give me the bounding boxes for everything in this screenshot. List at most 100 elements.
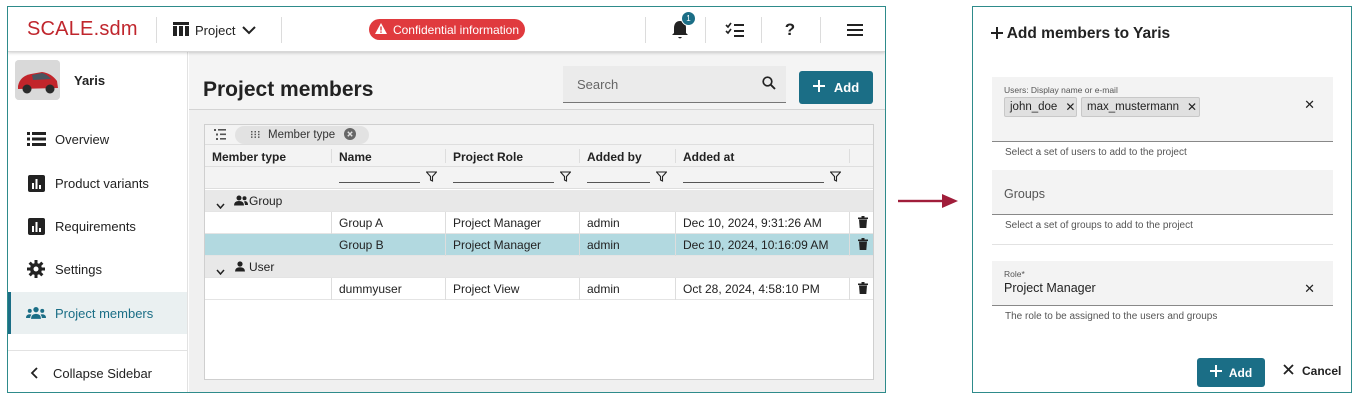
divider — [705, 17, 706, 43]
group-row-user[interactable]: User — [205, 256, 873, 278]
page-header: Project members Search Add — [189, 52, 885, 110]
column-separator[interactable] — [849, 149, 850, 163]
table-header: Member type Name Project Role Added by A… — [205, 145, 873, 167]
search-input[interactable]: Search — [563, 66, 786, 103]
add-button-label: Add — [833, 80, 860, 95]
dialog-title: Add members to Yaris — [991, 25, 1170, 43]
clear-role-icon[interactable]: ✕ — [1304, 281, 1315, 297]
column-separator — [849, 278, 850, 300]
arrow-right-icon — [898, 194, 958, 211]
chevron-down-icon — [241, 23, 257, 38]
filter-row — [205, 167, 873, 189]
column-header-name[interactable]: Name — [339, 150, 372, 164]
cell-name: dummyuser — [339, 282, 402, 296]
sidebar-item-overview[interactable]: Overview — [8, 118, 187, 160]
sidebar-item-product-variants[interactable]: Product variants — [8, 162, 187, 204]
filter-icon[interactable] — [655, 171, 668, 185]
chevron-down-icon[interactable] — [216, 264, 225, 278]
added-by-filter-input[interactable] — [587, 182, 650, 183]
search-icon[interactable] — [762, 76, 776, 93]
cell-name: Group B — [339, 238, 384, 252]
main-content: Project members Search Add Member type M… — [189, 52, 885, 392]
role-field-label: Role* — [1004, 269, 1025, 279]
grouping-bar: Member type — [205, 125, 873, 145]
column-header-added-at[interactable]: Added at — [683, 150, 734, 164]
groups-help-text: Select a set of groups to add to the pro… — [1005, 220, 1193, 231]
chevron-down-icon[interactable] — [216, 198, 225, 212]
column-header-added-by[interactable]: Added by — [587, 150, 642, 164]
column-separator[interactable] — [579, 149, 580, 163]
cell-added-at: Dec 10, 2024, 10:16:09 AM — [683, 238, 829, 252]
plus-icon — [812, 80, 825, 95]
project-selector-label: Project — [195, 22, 236, 38]
added-at-filter-input[interactable] — [683, 182, 824, 183]
users-field[interactable]: Users: Display name or e-mail john_doe ✕… — [992, 77, 1333, 142]
groups-field[interactable]: Groups — [992, 170, 1333, 215]
collapse-sidebar-label: Collapse Sidebar — [53, 365, 153, 381]
divider — [156, 17, 157, 43]
cell-added-by: admin — [587, 282, 620, 296]
role-filter-input[interactable] — [453, 182, 554, 183]
column-separator — [579, 278, 580, 300]
delete-icon[interactable] — [858, 238, 868, 253]
table-row[interactable]: dummyuser Project View admin Oct 28, 202… — [205, 278, 873, 300]
column-separator[interactable] — [331, 149, 332, 163]
group-row-group[interactable]: Group — [205, 190, 873, 212]
grouping-chip-label: Member type — [268, 129, 336, 141]
filter-icon[interactable] — [559, 171, 572, 185]
column-header-project-role[interactable]: Project Role — [453, 150, 523, 164]
cell-role: Project Manager — [453, 216, 542, 230]
search-placeholder: Search — [577, 77, 619, 92]
delete-icon[interactable] — [858, 216, 868, 231]
name-filter-input[interactable] — [339, 182, 420, 183]
add-members-dialog: Add members to Yaris Users: Display name… — [972, 6, 1352, 393]
sidebar-item-project-members[interactable]: Project members — [8, 292, 187, 334]
grouping-list-icon[interactable] — [214, 129, 226, 143]
app-logo[interactable]: SCALE.sdm — [27, 18, 138, 41]
sidebar-item-settings[interactable]: Settings — [8, 248, 187, 290]
dialog-add-button[interactable]: Add — [1197, 358, 1265, 387]
checklist-icon[interactable] — [724, 20, 746, 40]
remove-chip-icon[interactable]: ✕ — [1065, 100, 1075, 114]
filter-icon[interactable] — [425, 171, 438, 185]
cell-added-by: admin — [587, 216, 620, 230]
filter-icon[interactable] — [829, 171, 842, 185]
column-header-member-type[interactable]: Member type — [212, 150, 286, 164]
role-select[interactable]: Role* Project Manager ✕ — [992, 261, 1333, 306]
user-chip[interactable]: john_doe ✕ — [1004, 97, 1077, 117]
help-icon[interactable]: ? — [779, 20, 801, 40]
confidential-label: Confidential information — [392, 22, 520, 37]
remove-chip-icon[interactable]: ✕ — [1187, 100, 1197, 114]
sidebar-item-label: Project members — [55, 305, 154, 321]
column-separator — [445, 212, 446, 256]
plus-icon — [991, 26, 1007, 43]
sidebar-item-requirements[interactable]: Requirements — [8, 205, 187, 247]
table-row[interactable]: Group A Project Manager admin Dec 10, 20… — [205, 212, 873, 234]
hamburger-menu-icon[interactable] — [844, 20, 866, 40]
divider — [761, 17, 762, 43]
clear-users-icon[interactable]: ✕ — [1304, 97, 1315, 113]
chevron-left-icon — [30, 367, 38, 382]
divider — [8, 350, 187, 351]
drag-handle-icon — [251, 129, 260, 141]
column-separator[interactable] — [445, 149, 446, 163]
delete-icon[interactable] — [858, 282, 868, 297]
remove-chip-icon[interactable] — [344, 127, 357, 143]
user-chip-label: john_doe — [1010, 101, 1058, 113]
add-member-button[interactable]: Add — [799, 71, 873, 104]
cell-role: Project View — [453, 282, 520, 296]
project-name: Yaris — [74, 72, 106, 88]
top-bar: SCALE.sdm Project Confidential informati… — [8, 7, 885, 52]
project-selector[interactable]: Project — [173, 19, 257, 41]
plus-icon — [1209, 365, 1222, 380]
grouping-chip-member-type[interactable]: Member type — [235, 126, 369, 144]
role-value: Project Manager — [1004, 281, 1096, 295]
dialog-cancel-label: Cancel — [1302, 364, 1342, 378]
dialog-cancel-button[interactable]: Cancel — [1283, 364, 1341, 378]
user-chip[interactable]: max_mustermann ✕ — [1081, 97, 1200, 117]
table-row[interactable]: Group B Project Manager admin Dec 10, 20… — [205, 234, 873, 256]
column-separator[interactable] — [675, 149, 676, 163]
collapse-sidebar-button[interactable]: Collapse Sidebar — [8, 358, 187, 388]
divider — [992, 244, 1333, 245]
groups-placeholder: Groups — [1004, 187, 1045, 201]
